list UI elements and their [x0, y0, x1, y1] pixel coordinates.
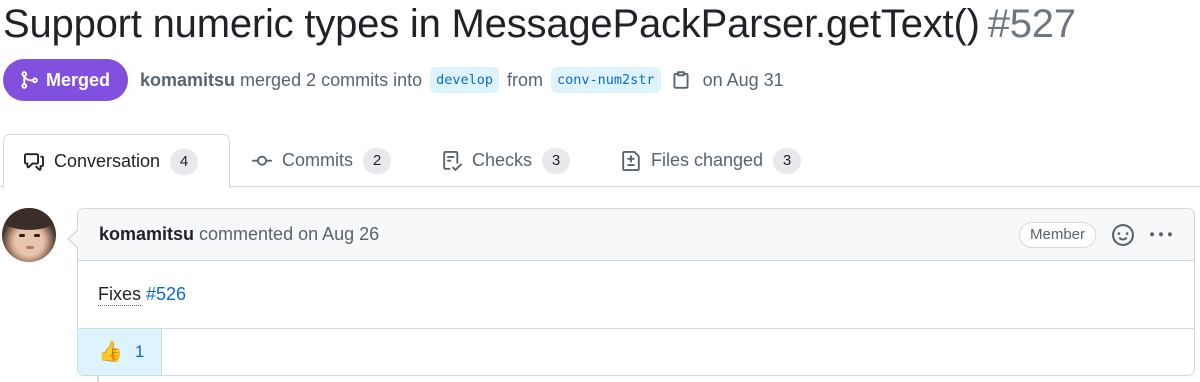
- comment-timestamp[interactable]: commented on Aug 26: [199, 224, 379, 245]
- checklist-icon: [443, 150, 462, 171]
- member-badge: Member: [1018, 221, 1096, 248]
- pull-request-page: Support numeric types in MessagePackPars…: [0, 0, 1200, 382]
- timeline-line: [97, 376, 99, 382]
- comment-author[interactable]: komamitsu: [99, 224, 194, 245]
- tab-counter: 4: [170, 148, 199, 175]
- pr-title-text: Support numeric types in MessagePackPars…: [3, 2, 980, 46]
- avatar-mouth: [26, 246, 34, 249]
- avatar-eye: [19, 234, 25, 237]
- merge-summary: komamitsu merged 2 commits into develop …: [140, 67, 784, 93]
- merge-action-text: merged 2 commits into: [240, 69, 423, 90]
- tab-counter: 3: [773, 147, 802, 174]
- issue-link[interactable]: #526: [146, 284, 186, 305]
- merge-date: on Aug 31: [702, 69, 784, 90]
- avatar[interactable]: [2, 208, 56, 262]
- comment-discussion-icon: [24, 152, 44, 171]
- copy-icon[interactable]: [671, 70, 691, 90]
- comment-body: Fixes #526: [78, 261, 1194, 329]
- git-commit-icon: [252, 155, 272, 166]
- thumbs-up-reaction[interactable]: 👍 1: [78, 329, 162, 375]
- tab-label: Commits: [282, 150, 353, 170]
- tab-files-changed[interactable]: Files changed 3: [621, 134, 802, 187]
- tab-checks[interactable]: Checks 3: [442, 134, 571, 187]
- git-merge-icon: [21, 71, 38, 89]
- fixes-keyword: Fixes: [98, 283, 142, 306]
- comment-header: komamitsu commented on Aug 26 Member: [78, 209, 1194, 261]
- tab-conversation[interactable]: Conversation 4: [3, 134, 230, 188]
- pr-tabs: Conversation 4 Commits 2 Checks 3 Files …: [0, 134, 1200, 188]
- avatar-eye: [34, 234, 40, 237]
- tab-counter: 3: [542, 147, 571, 174]
- tab-commits[interactable]: Commits 2: [252, 134, 391, 187]
- tab-label: Checks: [472, 150, 533, 170]
- merged-state-badge: Merged: [3, 59, 129, 101]
- merger-username[interactable]: komamitsu: [140, 70, 235, 91]
- pr-number: #527: [987, 2, 1076, 46]
- tab-label: Files changed: [651, 150, 764, 170]
- state-label: Merged: [46, 69, 111, 90]
- from-label: from: [507, 69, 544, 90]
- reactions-bar: 👍 1: [78, 329, 1194, 375]
- tab-counter: 2: [363, 147, 391, 174]
- tab-label: Conversation: [54, 151, 161, 171]
- comment: komamitsu commented on Aug 26 Member Fix…: [67, 208, 1195, 376]
- base-branch[interactable]: develop: [430, 67, 500, 93]
- file-diff-icon: [622, 150, 640, 171]
- kebab-menu-icon[interactable]: [1150, 224, 1172, 246]
- avatar-hair: [2, 208, 56, 230]
- thumbs-up-icon: 👍: [98, 341, 123, 363]
- head-branch[interactable]: conv-num2str: [551, 67, 661, 93]
- page-title: Support numeric types in MessagePackPars…: [3, 0, 1076, 48]
- smiley-icon[interactable]: [1112, 223, 1134, 246]
- reaction-count: 1: [134, 342, 145, 361]
- pr-meta: Merged komamitsu merged 2 commits into d…: [3, 59, 784, 101]
